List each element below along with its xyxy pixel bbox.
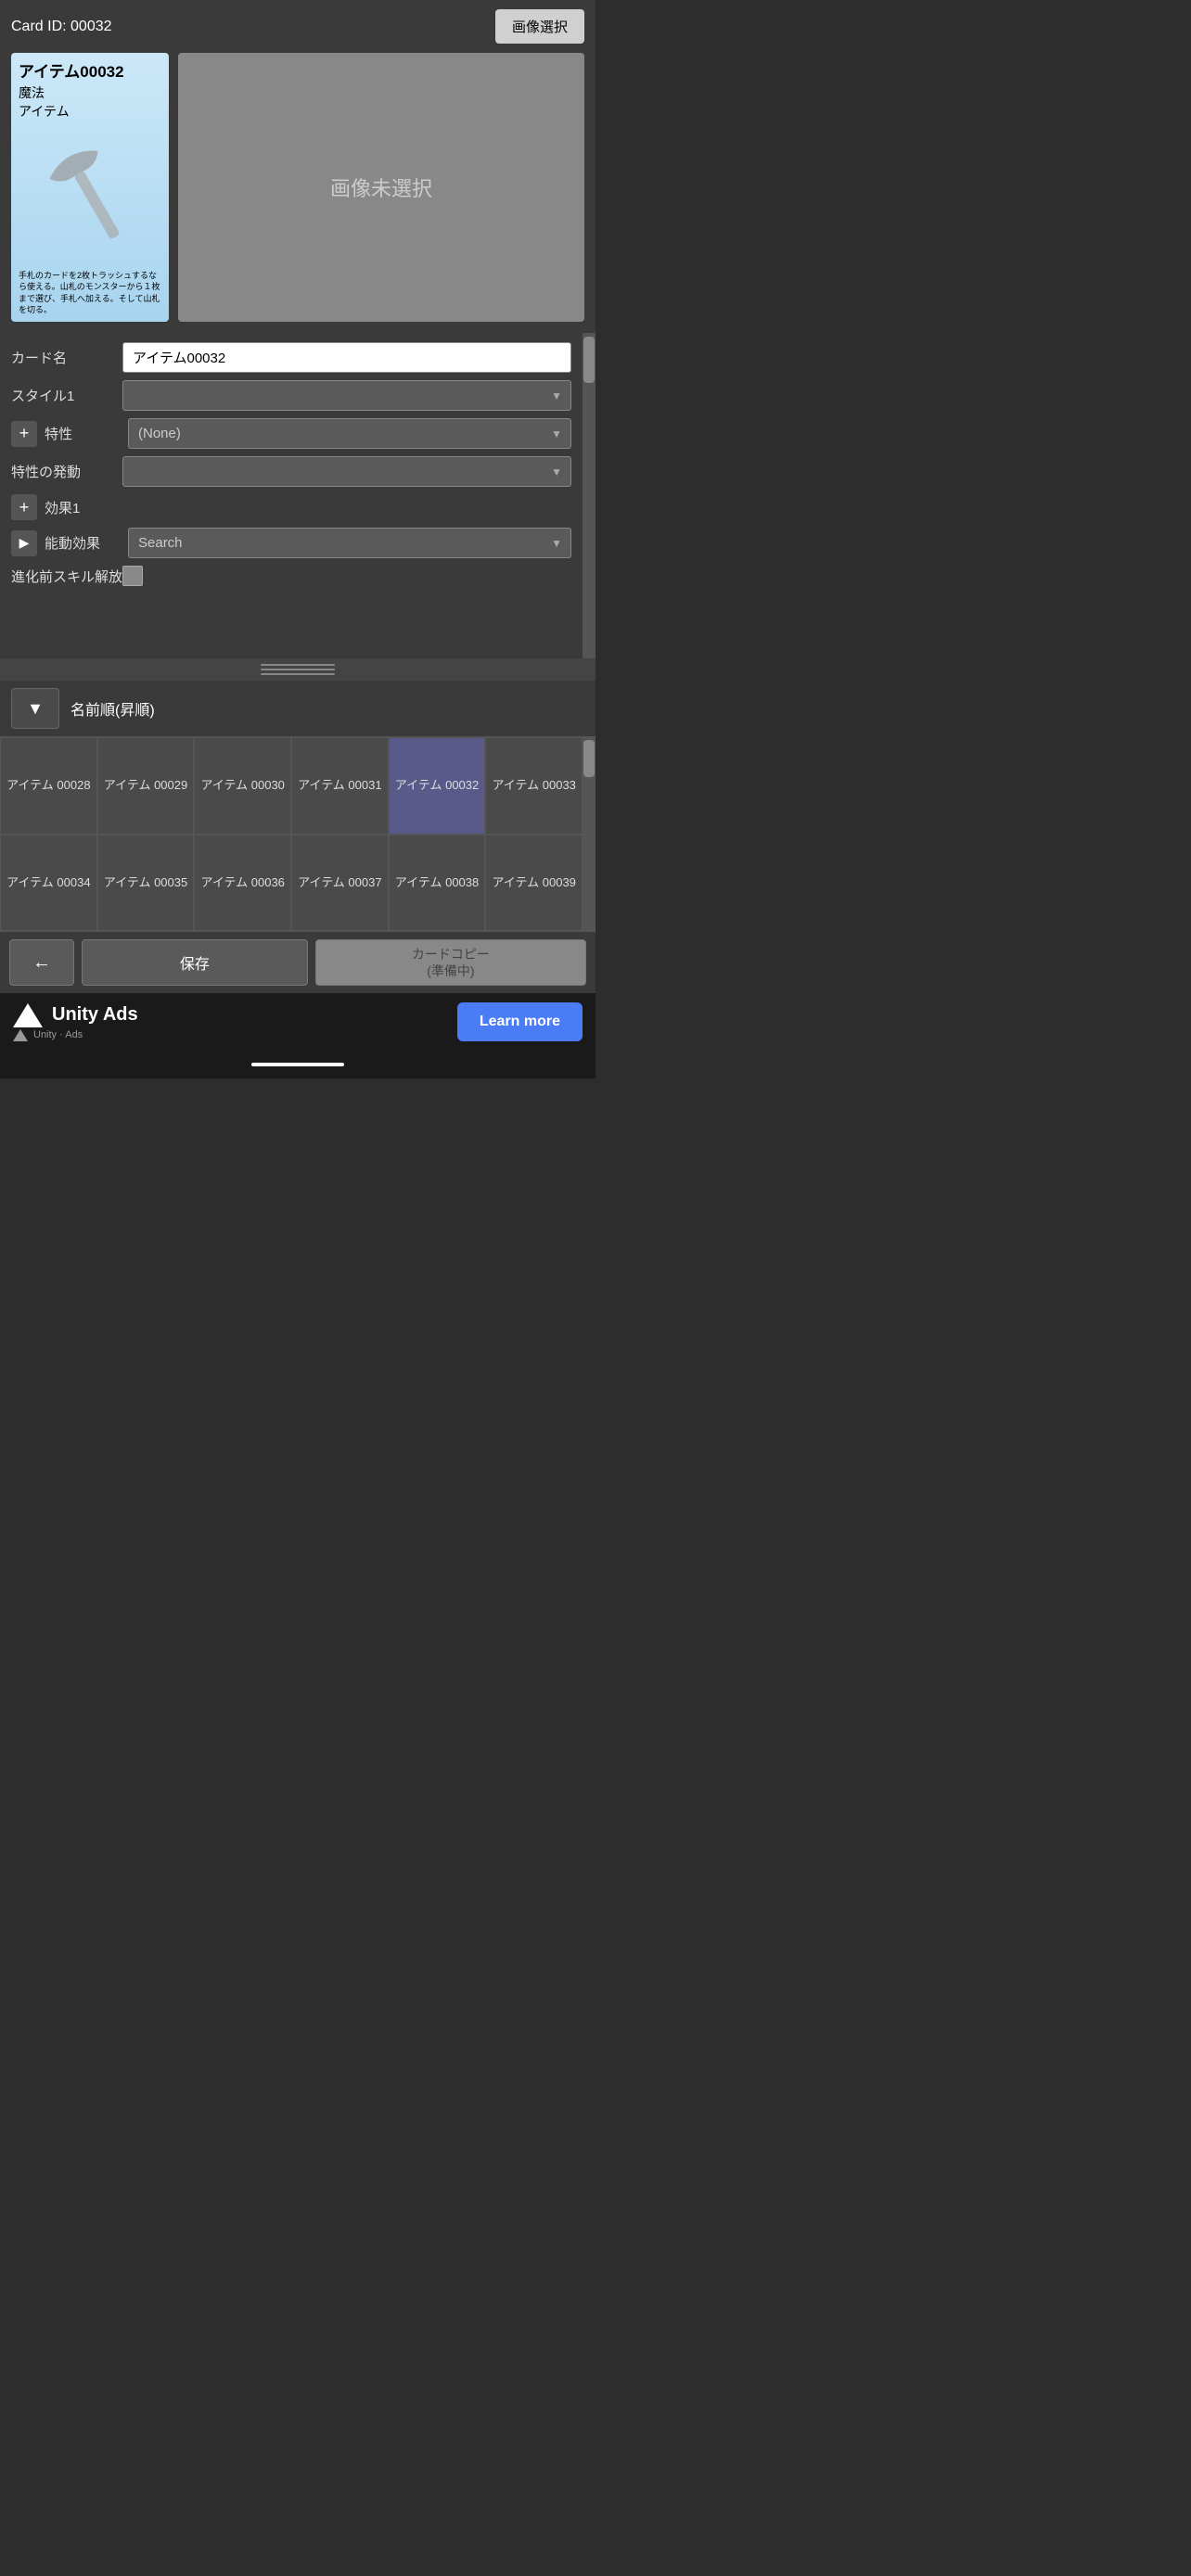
sort-arrow-icon: ▼ (27, 699, 44, 719)
pickaxe-icon (44, 133, 136, 253)
back-button[interactable]: ← (9, 939, 74, 986)
form-section-wrapper: カード名 スタイル1 ▼ + 特性 (None) ▼ (0, 333, 596, 658)
divider-bar (0, 658, 596, 681)
effect1-row: + 効果1 (11, 494, 571, 520)
grid-card[interactable]: アイテム 00035 (97, 835, 195, 932)
grid-card[interactable]: アイテム 00038 (389, 835, 486, 932)
card-grid: アイテム 00028アイテム 00029アイテム 00030アイテム 00031… (0, 736, 583, 931)
card-grid-wrapper: アイテム 00028アイテム 00029アイテム 00030アイテム 00031… (0, 736, 596, 931)
grid-card[interactable]: アイテム 00039 (485, 835, 583, 932)
grid-scrollbar-thumb (583, 740, 595, 777)
sort-dropdown-button[interactable]: ▼ (11, 688, 59, 729)
copy-label: カードコピー (準備中) (412, 946, 490, 979)
active-effect-row: ▶ 能動効果 Search ▼ (11, 528, 571, 558)
image-select-button[interactable]: 画像選択 (495, 9, 584, 44)
form-section: カード名 スタイル1 ▼ + 特性 (None) ▼ (0, 333, 596, 658)
effect1-label: 効果1 (45, 498, 128, 517)
ad-brand-name: Unity Ads (52, 1004, 138, 1026)
nav-bar (0, 1051, 596, 1078)
ad-sub-label: Unity · Ads (33, 1029, 83, 1040)
nav-indicator (251, 1063, 344, 1066)
unity-logo-icon (13, 1003, 43, 1027)
grid-card[interactable]: アイテム 00029 (97, 737, 195, 835)
ad-sub-row: Unity · Ads (13, 1029, 83, 1041)
copy-button[interactable]: カードコピー (準備中) (315, 939, 586, 986)
card-name-row: カード名 (11, 342, 571, 373)
form-scrollbar-thumb (583, 337, 595, 383)
card-grid-section: アイテム 00028アイテム 00029アイテム 00030アイテム 00031… (0, 736, 596, 931)
grid-card[interactable]: アイテム 00028 (0, 737, 97, 835)
card-preview-row: アイテム00032 魔法 アイテム (11, 53, 584, 322)
pre-evolution-checkbox-container (122, 566, 143, 586)
card-image-area (19, 121, 161, 266)
active-effect-select[interactable]: Search (128, 528, 571, 558)
pre-evolution-label: 進化前スキル解放 (11, 567, 122, 586)
back-icon: ← (32, 952, 51, 974)
card-preview: アイテム00032 魔法 アイテム (11, 53, 169, 322)
grid-card[interactable]: アイテム 00032 (389, 737, 486, 835)
grid-card[interactable]: アイテム 00030 (194, 737, 291, 835)
trait-select-wrapper: (None) ▼ (128, 418, 571, 449)
card-subtype: アイテム (19, 102, 161, 121)
pre-evolution-row: 進化前スキル解放 (11, 566, 571, 586)
trait-trigger-select[interactable] (122, 456, 571, 487)
style1-select-wrapper: ▼ (122, 380, 571, 411)
action-bar: ← 保存 カードコピー (準備中) (0, 931, 596, 993)
trait-trigger-select-wrapper: ▼ (122, 456, 571, 487)
grid-card[interactable]: アイテム 00033 (485, 737, 583, 835)
trait-label: 特性 (45, 424, 128, 443)
style1-label: スタイル1 (11, 386, 122, 405)
image-placeholder: 画像未選択 (178, 53, 584, 322)
top-bar: Card ID: 00032 画像選択 (11, 9, 584, 44)
unity-small-icon (13, 1029, 28, 1041)
grid-card[interactable]: アイテム 00036 (194, 835, 291, 932)
grid-card[interactable]: アイテム 00031 (291, 737, 389, 835)
divider-lines (261, 664, 335, 675)
trait-trigger-row: 特性の発動 ▼ (11, 456, 571, 487)
divider-line-1 (261, 664, 335, 666)
style1-row: スタイル1 ▼ (11, 380, 571, 411)
form-spacer (11, 593, 571, 649)
card-name-label: カード名 (11, 348, 122, 367)
trait-select[interactable]: (None) (128, 418, 571, 449)
card-type: 魔法 (19, 83, 161, 102)
top-section: Card ID: 00032 画像選択 アイテム00032 魔法 アイテム (0, 0, 596, 333)
learn-more-button[interactable]: Learn more (457, 1002, 583, 1041)
sort-label: 名前順(昇順) (70, 697, 155, 720)
card-id-label: Card ID: 00032 (11, 19, 495, 35)
grid-card[interactable]: アイテム 00037 (291, 835, 389, 932)
ad-logo: Unity Ads Unity · Ads (13, 1003, 138, 1041)
active-effect-select-wrapper: Search ▼ (128, 528, 571, 558)
sort-bar: ▼ 名前順(昇順) (0, 681, 596, 736)
trait-trigger-label: 特性の発動 (11, 462, 122, 481)
form-scrollbar[interactable] (583, 333, 596, 658)
divider-line-3 (261, 673, 335, 675)
grid-card[interactable]: アイテム 00034 (0, 835, 97, 932)
divider-line-2 (261, 669, 335, 670)
grid-scrollbar[interactable] (583, 736, 596, 931)
card-title: アイテム00032 (19, 58, 161, 82)
card-name-input[interactable] (122, 342, 571, 373)
trait-add-button[interactable]: + (11, 421, 37, 447)
ad-banner: Unity Ads Unity · Ads Learn more (0, 993, 596, 1051)
save-button[interactable]: 保存 (82, 939, 308, 986)
trait-row: + 特性 (None) ▼ (11, 418, 571, 449)
active-effect-play-button[interactable]: ▶ (11, 530, 37, 556)
active-effect-label: 能動効果 (45, 533, 128, 553)
style1-select[interactable] (122, 380, 571, 411)
pre-evolution-checkbox[interactable] (122, 566, 143, 586)
effect1-add-button[interactable]: + (11, 494, 37, 520)
card-description: 手札のカードを2枚トラッシュするなら使える。山札のモンスターから１枚まで選び、手… (19, 270, 161, 316)
